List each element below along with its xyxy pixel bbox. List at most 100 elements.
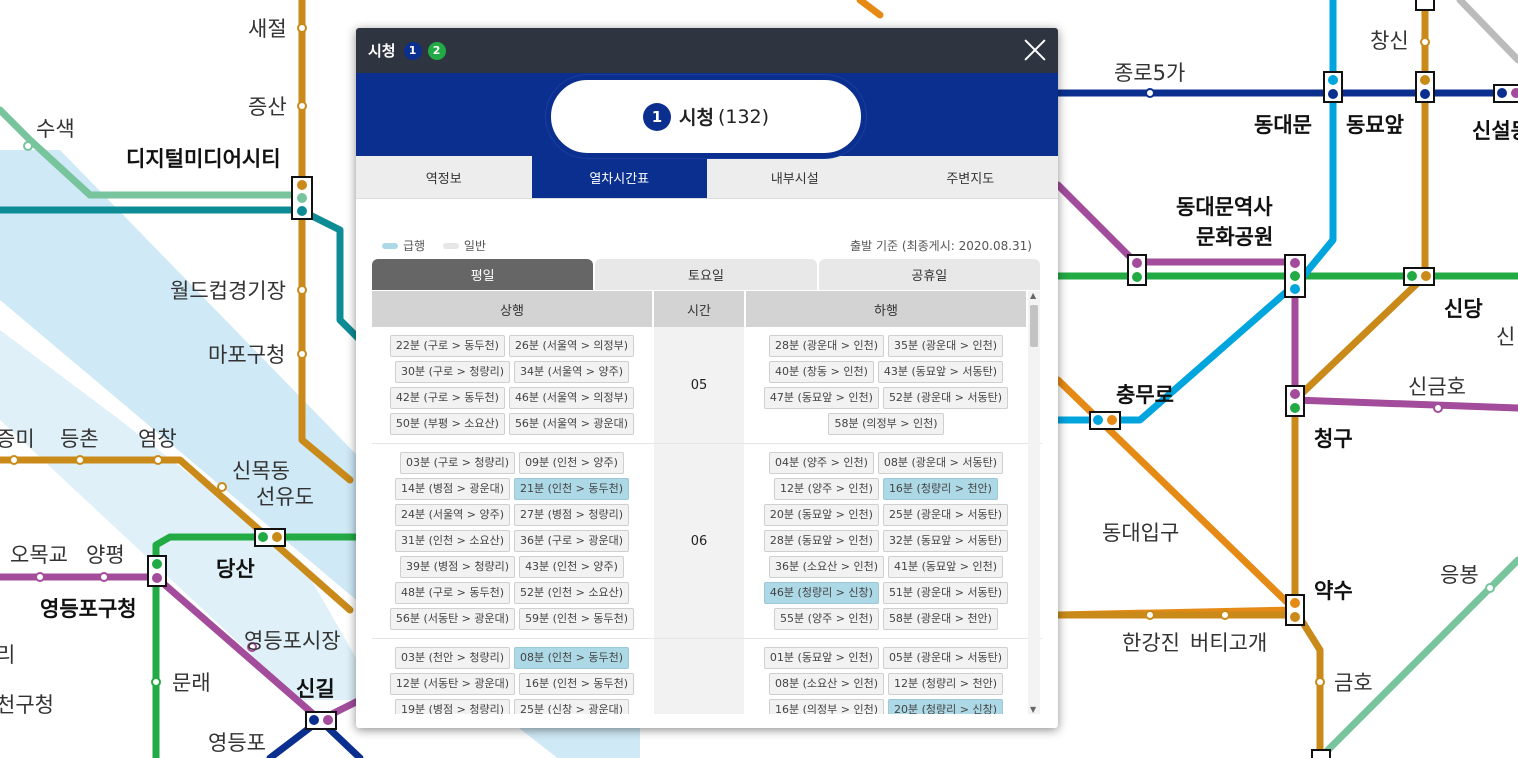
map-label[interactable]: 신당 bbox=[1444, 297, 1483, 321]
line-1-badge[interactable]: 1 bbox=[403, 41, 422, 60]
train-chip[interactable]: 12분 (청량리 > 천안) bbox=[888, 673, 1004, 695]
map-label[interactable]: 종로5가 bbox=[1114, 61, 1185, 85]
map-label[interactable]: 리 bbox=[0, 643, 15, 667]
map-label[interactable]: 동대입구 bbox=[1102, 521, 1179, 545]
map-label[interactable]: 월드컵경기장 bbox=[170, 279, 286, 303]
transfer-ddp[interactable] bbox=[1284, 254, 1306, 298]
train-chip[interactable]: 55분 (양주 > 인천) bbox=[774, 608, 879, 630]
train-chip[interactable]: 56분 (서동탄 > 광운대) bbox=[389, 608, 516, 630]
train-chip[interactable]: 12분 (양주 > 인천) bbox=[774, 478, 879, 500]
transfer-dongmyo[interactable] bbox=[1415, 71, 1435, 103]
train-chip[interactable]: 52분 (광운대 > 서동탄) bbox=[882, 387, 1009, 409]
map-label[interactable]: 디지털미디어시티 bbox=[126, 147, 281, 171]
train-chip[interactable]: 34분 (서울역 > 양주) bbox=[514, 361, 630, 383]
tab-nearby-map[interactable]: 주변지도 bbox=[883, 156, 1059, 198]
map-label[interactable]: 버티고개 bbox=[1190, 631, 1267, 655]
tab-facilities[interactable]: 내부시설 bbox=[707, 156, 883, 198]
express-train-chip[interactable]: 46분 (청량리 > 신창) bbox=[763, 582, 879, 604]
transfer-euljiro4[interactable] bbox=[1127, 254, 1147, 286]
transfer-cheonggu[interactable] bbox=[1285, 385, 1305, 417]
express-train-chip[interactable]: 20분 (청량리 > 신창) bbox=[888, 699, 1004, 714]
train-chip[interactable]: 16분 (의정부 > 인천) bbox=[768, 699, 884, 714]
map-label[interactable]: 영등포시장 bbox=[244, 629, 341, 653]
tab-timetable[interactable]: 열차시간표 bbox=[531, 156, 707, 198]
scroll-up-icon[interactable]: ▲ bbox=[1030, 291, 1036, 300]
map-label[interactable]: 영등포구청 bbox=[40, 597, 137, 621]
timetable[interactable]: 상행 시간 하행 22분 (구로 > 동두천) 26분 (서울역 > 의정부) 30… bbox=[372, 291, 1042, 714]
train-chip[interactable]: 35분 (광운대 > 인천) bbox=[888, 335, 1004, 357]
map-label[interactable]: 선유도 bbox=[256, 485, 314, 509]
train-chip[interactable]: 16분 (인천 > 동두천) bbox=[519, 673, 635, 695]
train-chip[interactable]: 50분 (부평 > 소요산) bbox=[389, 413, 505, 435]
map-label[interactable]: 새절 bbox=[248, 17, 287, 41]
train-chip[interactable]: 27분 (병점 > 청량리) bbox=[514, 504, 630, 526]
train-chip[interactable]: 08분 (광운대 > 서동탄) bbox=[877, 452, 1004, 474]
transfer-chungmuro[interactable] bbox=[1089, 411, 1121, 430]
train-chip[interactable]: 22분 (구로 > 동두천) bbox=[389, 335, 505, 357]
train-chip[interactable]: 03분 (천안 > 청량리) bbox=[394, 647, 510, 669]
transfer-singil[interactable] bbox=[305, 711, 337, 730]
train-chip[interactable]: 43분 (동묘앞 > 서동탄) bbox=[877, 361, 1004, 383]
map-label[interactable]: 당산 bbox=[216, 557, 255, 581]
train-chip[interactable]: 25분 (신창 > 광운대) bbox=[514, 699, 630, 714]
train-chip[interactable]: 41분 (동묘앞 > 인천) bbox=[888, 556, 1004, 578]
transfer-yeongdeungpo-gu[interactable] bbox=[147, 555, 167, 587]
transfer-dongdaemun[interactable] bbox=[1323, 71, 1343, 103]
train-chip[interactable]: 47분 (동묘앞 > 인천) bbox=[763, 387, 879, 409]
train-chip[interactable]: 52분 (인천 > 소요산) bbox=[514, 582, 630, 604]
map-label[interactable]: 동대문 bbox=[1254, 113, 1312, 137]
train-chip[interactable]: 09분 (인천 > 양주) bbox=[519, 452, 624, 474]
train-chip[interactable]: 26분 (서울역 > 의정부) bbox=[508, 335, 635, 357]
map-label[interactable]: 한강진 bbox=[1122, 631, 1180, 655]
timetable-scrollbar[interactable]: ▲ ▼ bbox=[1028, 291, 1040, 714]
map-label[interactable]: 금호 bbox=[1334, 671, 1373, 695]
close-icon[interactable] bbox=[1022, 37, 1048, 63]
tab-holiday[interactable]: 공휴일 bbox=[818, 259, 1040, 290]
map-label[interactable]: 응봉 bbox=[1440, 563, 1479, 587]
train-chip[interactable]: 19분 (병점 > 청량리) bbox=[394, 699, 510, 714]
tab-weekday[interactable]: 평일 bbox=[372, 259, 594, 290]
tab-saturday[interactable]: 토요일 bbox=[595, 259, 817, 290]
train-chip[interactable]: 24분 (서울역 > 양주) bbox=[394, 504, 510, 526]
transfer-dmc[interactable] bbox=[291, 176, 313, 220]
map-label[interactable]: 증미 bbox=[0, 427, 35, 451]
map-label[interactable]: 약수 bbox=[1314, 579, 1353, 603]
map-label[interactable]: 천구청 bbox=[0, 693, 54, 717]
map-label[interactable]: 문래 bbox=[172, 671, 211, 695]
transfer-sinseol[interactable] bbox=[1493, 84, 1518, 103]
train-chip[interactable]: 04분 (양주 > 인천) bbox=[768, 452, 874, 474]
train-chip[interactable]: 31분 (인천 > 소요산) bbox=[394, 530, 510, 552]
map-label[interactable]: 충무로 bbox=[1116, 383, 1174, 407]
train-chip[interactable]: 32분 (동묘앞 > 서동탄) bbox=[882, 530, 1009, 552]
map-label[interactable]: 신 bbox=[1496, 325, 1515, 349]
map-label[interactable]: 마포구청 bbox=[208, 343, 285, 367]
map-label[interactable]: 신목동 bbox=[232, 459, 290, 483]
train-chip[interactable]: 39분 (병점 > 청량리) bbox=[400, 556, 516, 578]
map-label[interactable]: 신길 bbox=[296, 677, 335, 701]
train-chip[interactable]: 05분 (광운대 > 서동탄) bbox=[882, 647, 1009, 669]
train-chip[interactable]: 59분 (인천 > 동두천) bbox=[519, 608, 635, 630]
map-label[interactable]: 영등포 bbox=[208, 731, 266, 755]
transfer-dangsan[interactable] bbox=[254, 528, 286, 547]
train-chip[interactable]: 56분 (서울역 > 광운대) bbox=[508, 413, 635, 435]
train-chip[interactable]: 48분 (구로 > 동두천) bbox=[394, 582, 510, 604]
express-train-chip[interactable]: 16분 (청량리 > 천안) bbox=[882, 478, 998, 500]
train-chip[interactable]: 42분 (구로 > 동두천) bbox=[389, 387, 505, 409]
train-chip[interactable]: 40분 (창동 > 인천) bbox=[768, 361, 874, 383]
map-label[interactable]: 문화공원 bbox=[1196, 225, 1273, 249]
map-label[interactable]: 양평 bbox=[86, 543, 125, 567]
train-chip[interactable]: 51분 (광운대 > 서동탄) bbox=[882, 582, 1009, 604]
transfer-top[interactable] bbox=[1415, 0, 1435, 11]
scroll-thumb[interactable] bbox=[1030, 305, 1038, 347]
map-label[interactable]: 등촌 bbox=[60, 427, 99, 451]
train-chip[interactable]: 08분 (소요산 > 인천) bbox=[768, 673, 884, 695]
train-chip[interactable]: 30분 (구로 > 청량리) bbox=[394, 361, 510, 383]
train-chip[interactable]: 58분 (의정부 > 인천) bbox=[828, 413, 944, 435]
train-chip[interactable]: 36분 (소요산 > 인천) bbox=[768, 556, 884, 578]
map-label[interactable]: 창신 bbox=[1370, 29, 1409, 53]
scroll-down-icon[interactable]: ▼ bbox=[1030, 705, 1036, 714]
transfer-yaksu[interactable] bbox=[1285, 594, 1305, 626]
express-train-chip[interactable]: 21분 (인천 > 동두천) bbox=[514, 478, 630, 500]
map-label[interactable]: 염창 bbox=[138, 427, 177, 451]
train-chip[interactable]: 01분 (동묘앞 > 인천) bbox=[763, 647, 879, 669]
